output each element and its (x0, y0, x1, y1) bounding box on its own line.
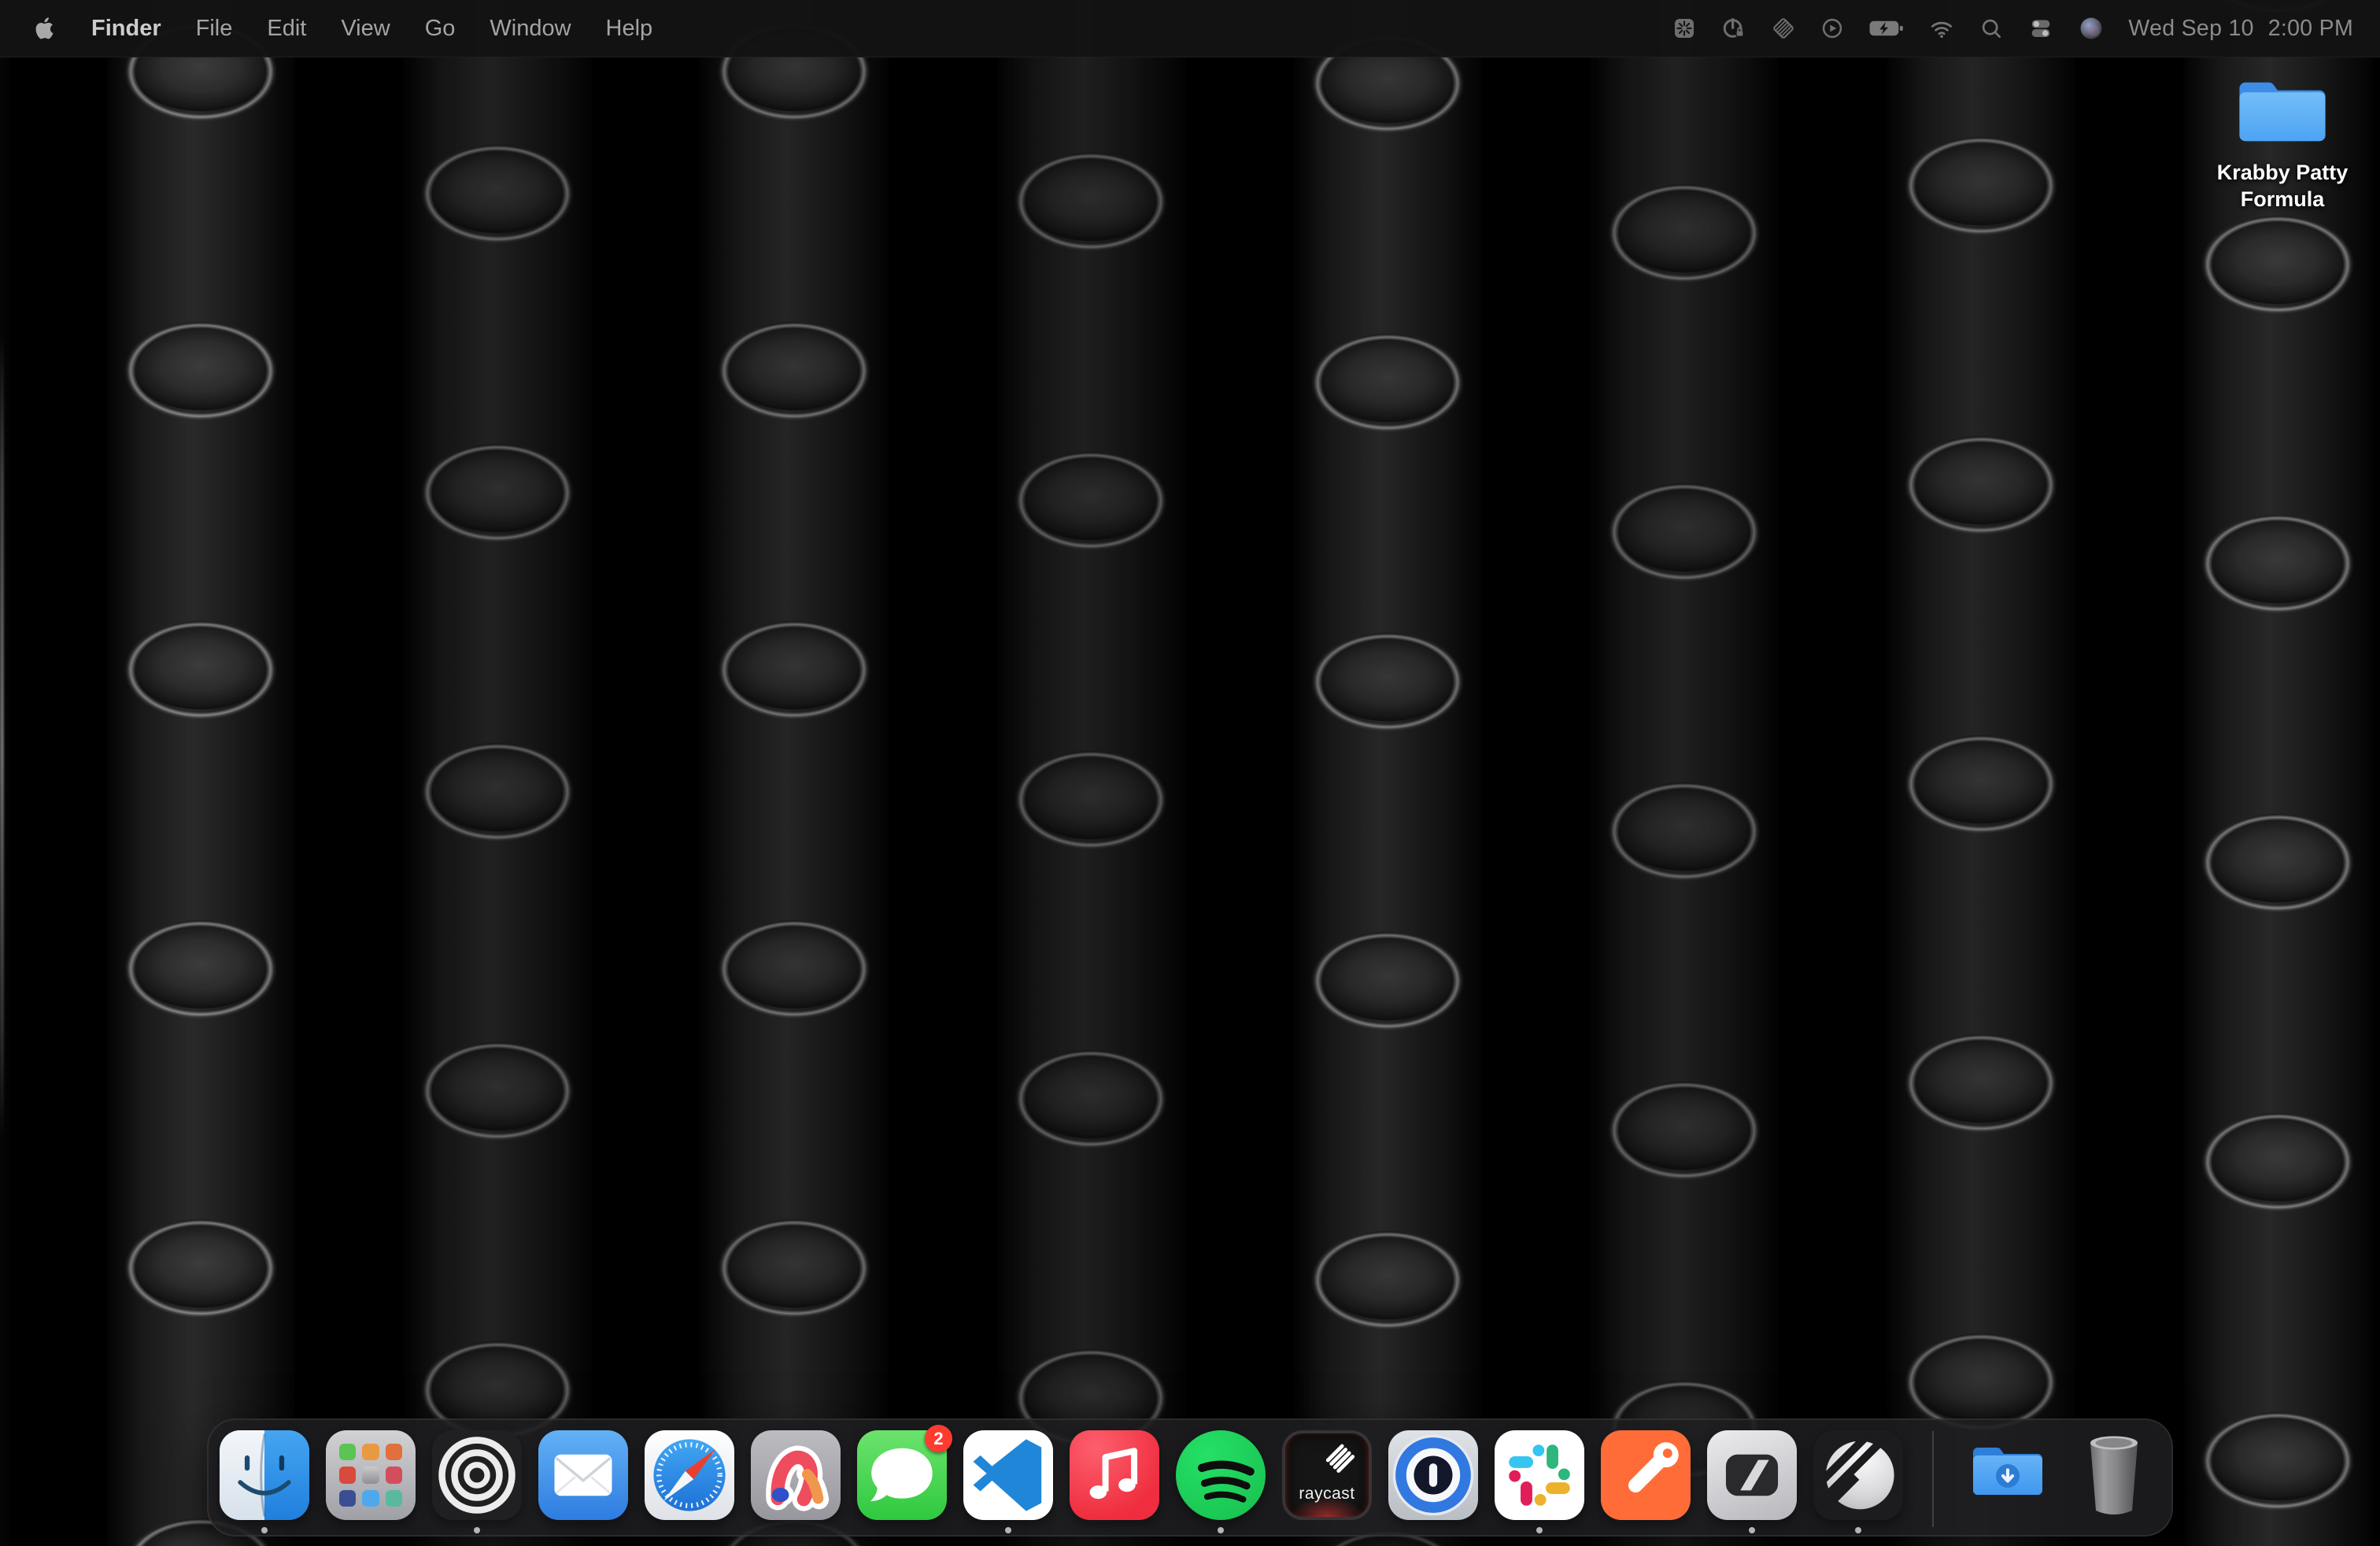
running-indicator (1855, 1527, 1861, 1533)
finder-icon (220, 1430, 309, 1520)
launchpad-icon (326, 1430, 416, 1520)
menu-bar-left: Finder File Edit View Go Window Help (33, 13, 652, 44)
wallpaper-cylinder-column (106, 0, 295, 1546)
wallpaper-cylinder-column (1590, 0, 1779, 1546)
running-indicator (1749, 1527, 1755, 1533)
dock: 2 (207, 1418, 2173, 1537)
dock-item-finder[interactable] (220, 1430, 309, 1520)
concentric-rings-icon (432, 1430, 522, 1520)
folder-label: Krabby Patty Formula (2217, 159, 2349, 213)
postman-icon (1601, 1430, 1691, 1520)
power-lock-icon[interactable] (1720, 13, 1747, 44)
now-playing-icon[interactable] (1820, 13, 1845, 44)
apple-music-icon (1070, 1430, 1159, 1520)
silver-code-app-icon (1707, 1430, 1797, 1520)
1password-icon (1388, 1430, 1478, 1520)
dock-item-silver-code-app[interactable] (1707, 1430, 1797, 1520)
slack-icon (1495, 1430, 1584, 1520)
striped-mute-icon[interactable] (1771, 13, 1796, 44)
downloads-folder-icon (1963, 1430, 2053, 1520)
desktop-wallpaper (0, 0, 2380, 1546)
wifi-icon[interactable] (1928, 13, 1955, 44)
starburst-icon[interactable] (1672, 13, 1697, 44)
menu-edit[interactable]: Edit (267, 16, 306, 42)
dock-item-striped-sphere-app[interactable] (1813, 1430, 1903, 1520)
arc-browser-icon (751, 1430, 841, 1520)
wallpaper-cylinder-column (2183, 0, 2372, 1546)
striped-sphere-app-icon (1813, 1430, 1903, 1520)
notification-badge: 2 (925, 1425, 952, 1452)
dock-item-launchpad[interactable] (326, 1430, 416, 1520)
spotify-icon (1176, 1430, 1266, 1520)
dock-item-safari[interactable] (645, 1430, 734, 1520)
running-indicator (1005, 1527, 1011, 1533)
dock-item-downloads-folder[interactable] (1963, 1430, 2053, 1520)
raycast-icon: raycast (1282, 1430, 1372, 1520)
battery-charging-icon[interactable] (1868, 13, 1905, 44)
vscode-icon (963, 1430, 1053, 1520)
running-indicator (261, 1527, 268, 1533)
clock-date: Wed Sep 10 (2128, 16, 2253, 42)
wallpaper-cylinder-column (1293, 0, 1482, 1546)
running-indicator (474, 1527, 480, 1533)
menu-finder[interactable]: Finder (91, 16, 161, 42)
dock-item-slack[interactable] (1495, 1430, 1584, 1520)
dock-item-messages[interactable]: 2 (857, 1430, 947, 1520)
wallpaper-cylinder-column (1887, 0, 2075, 1546)
dock-item-mail[interactable] (538, 1430, 628, 1520)
menu-go[interactable]: Go (425, 16, 456, 42)
apple-menu[interactable] (33, 13, 57, 44)
folder-icon (2234, 72, 2331, 151)
menu-bar: Finder File Edit View Go Window Help (0, 0, 2380, 57)
dock-item-concentric-rings-app[interactable] (432, 1430, 522, 1520)
apple-logo-icon (33, 17, 57, 40)
menu-help[interactable]: Help (606, 16, 653, 42)
wallpaper-cylinder-column (700, 0, 889, 1546)
desktop-folder-krabby-patty-formula[interactable]: Krabby Patty Formula (2193, 72, 2372, 213)
safari-icon (645, 1430, 734, 1520)
trash-icon (2069, 1430, 2159, 1520)
running-indicator (1536, 1527, 1543, 1533)
dock-item-spotify[interactable] (1176, 1430, 1266, 1520)
wallpaper-edge-highlight (0, 331, 4, 1141)
dock-item-vscode[interactable] (963, 1430, 1053, 1520)
dock-item-trash[interactable] (2069, 1430, 2159, 1520)
menu-file[interactable]: File (196, 16, 233, 42)
wallpaper-cylinder-column (996, 0, 1185, 1546)
dock-item-raycast[interactable]: raycast (1282, 1430, 1372, 1520)
dock-item-postman[interactable] (1601, 1430, 1691, 1520)
dock-item-apple-music[interactable] (1070, 1430, 1159, 1520)
dock-item-arc-browser[interactable] (751, 1430, 841, 1520)
mail-icon (538, 1430, 628, 1520)
menu-view[interactable]: View (341, 16, 390, 42)
menu-bar-status-area: Wed Sep 10 2:00 PM (1672, 13, 2353, 44)
menu-bar-clock[interactable]: Wed Sep 10 2:00 PM (2128, 16, 2353, 42)
control-center-icon[interactable] (2027, 13, 2054, 44)
wallpaper-cylinder-column (403, 0, 592, 1546)
dock-item-1password[interactable] (1388, 1430, 1478, 1520)
running-indicator (1218, 1527, 1224, 1533)
clock-time: 2:00 PM (2268, 16, 2353, 42)
dock-separator (1932, 1431, 1934, 1527)
raycast-label: raycast (1285, 1485, 1369, 1503)
spotlight-search-icon[interactable] (1979, 13, 2004, 44)
siri-icon[interactable] (2078, 13, 2105, 44)
menu-window[interactable]: Window (490, 16, 571, 42)
